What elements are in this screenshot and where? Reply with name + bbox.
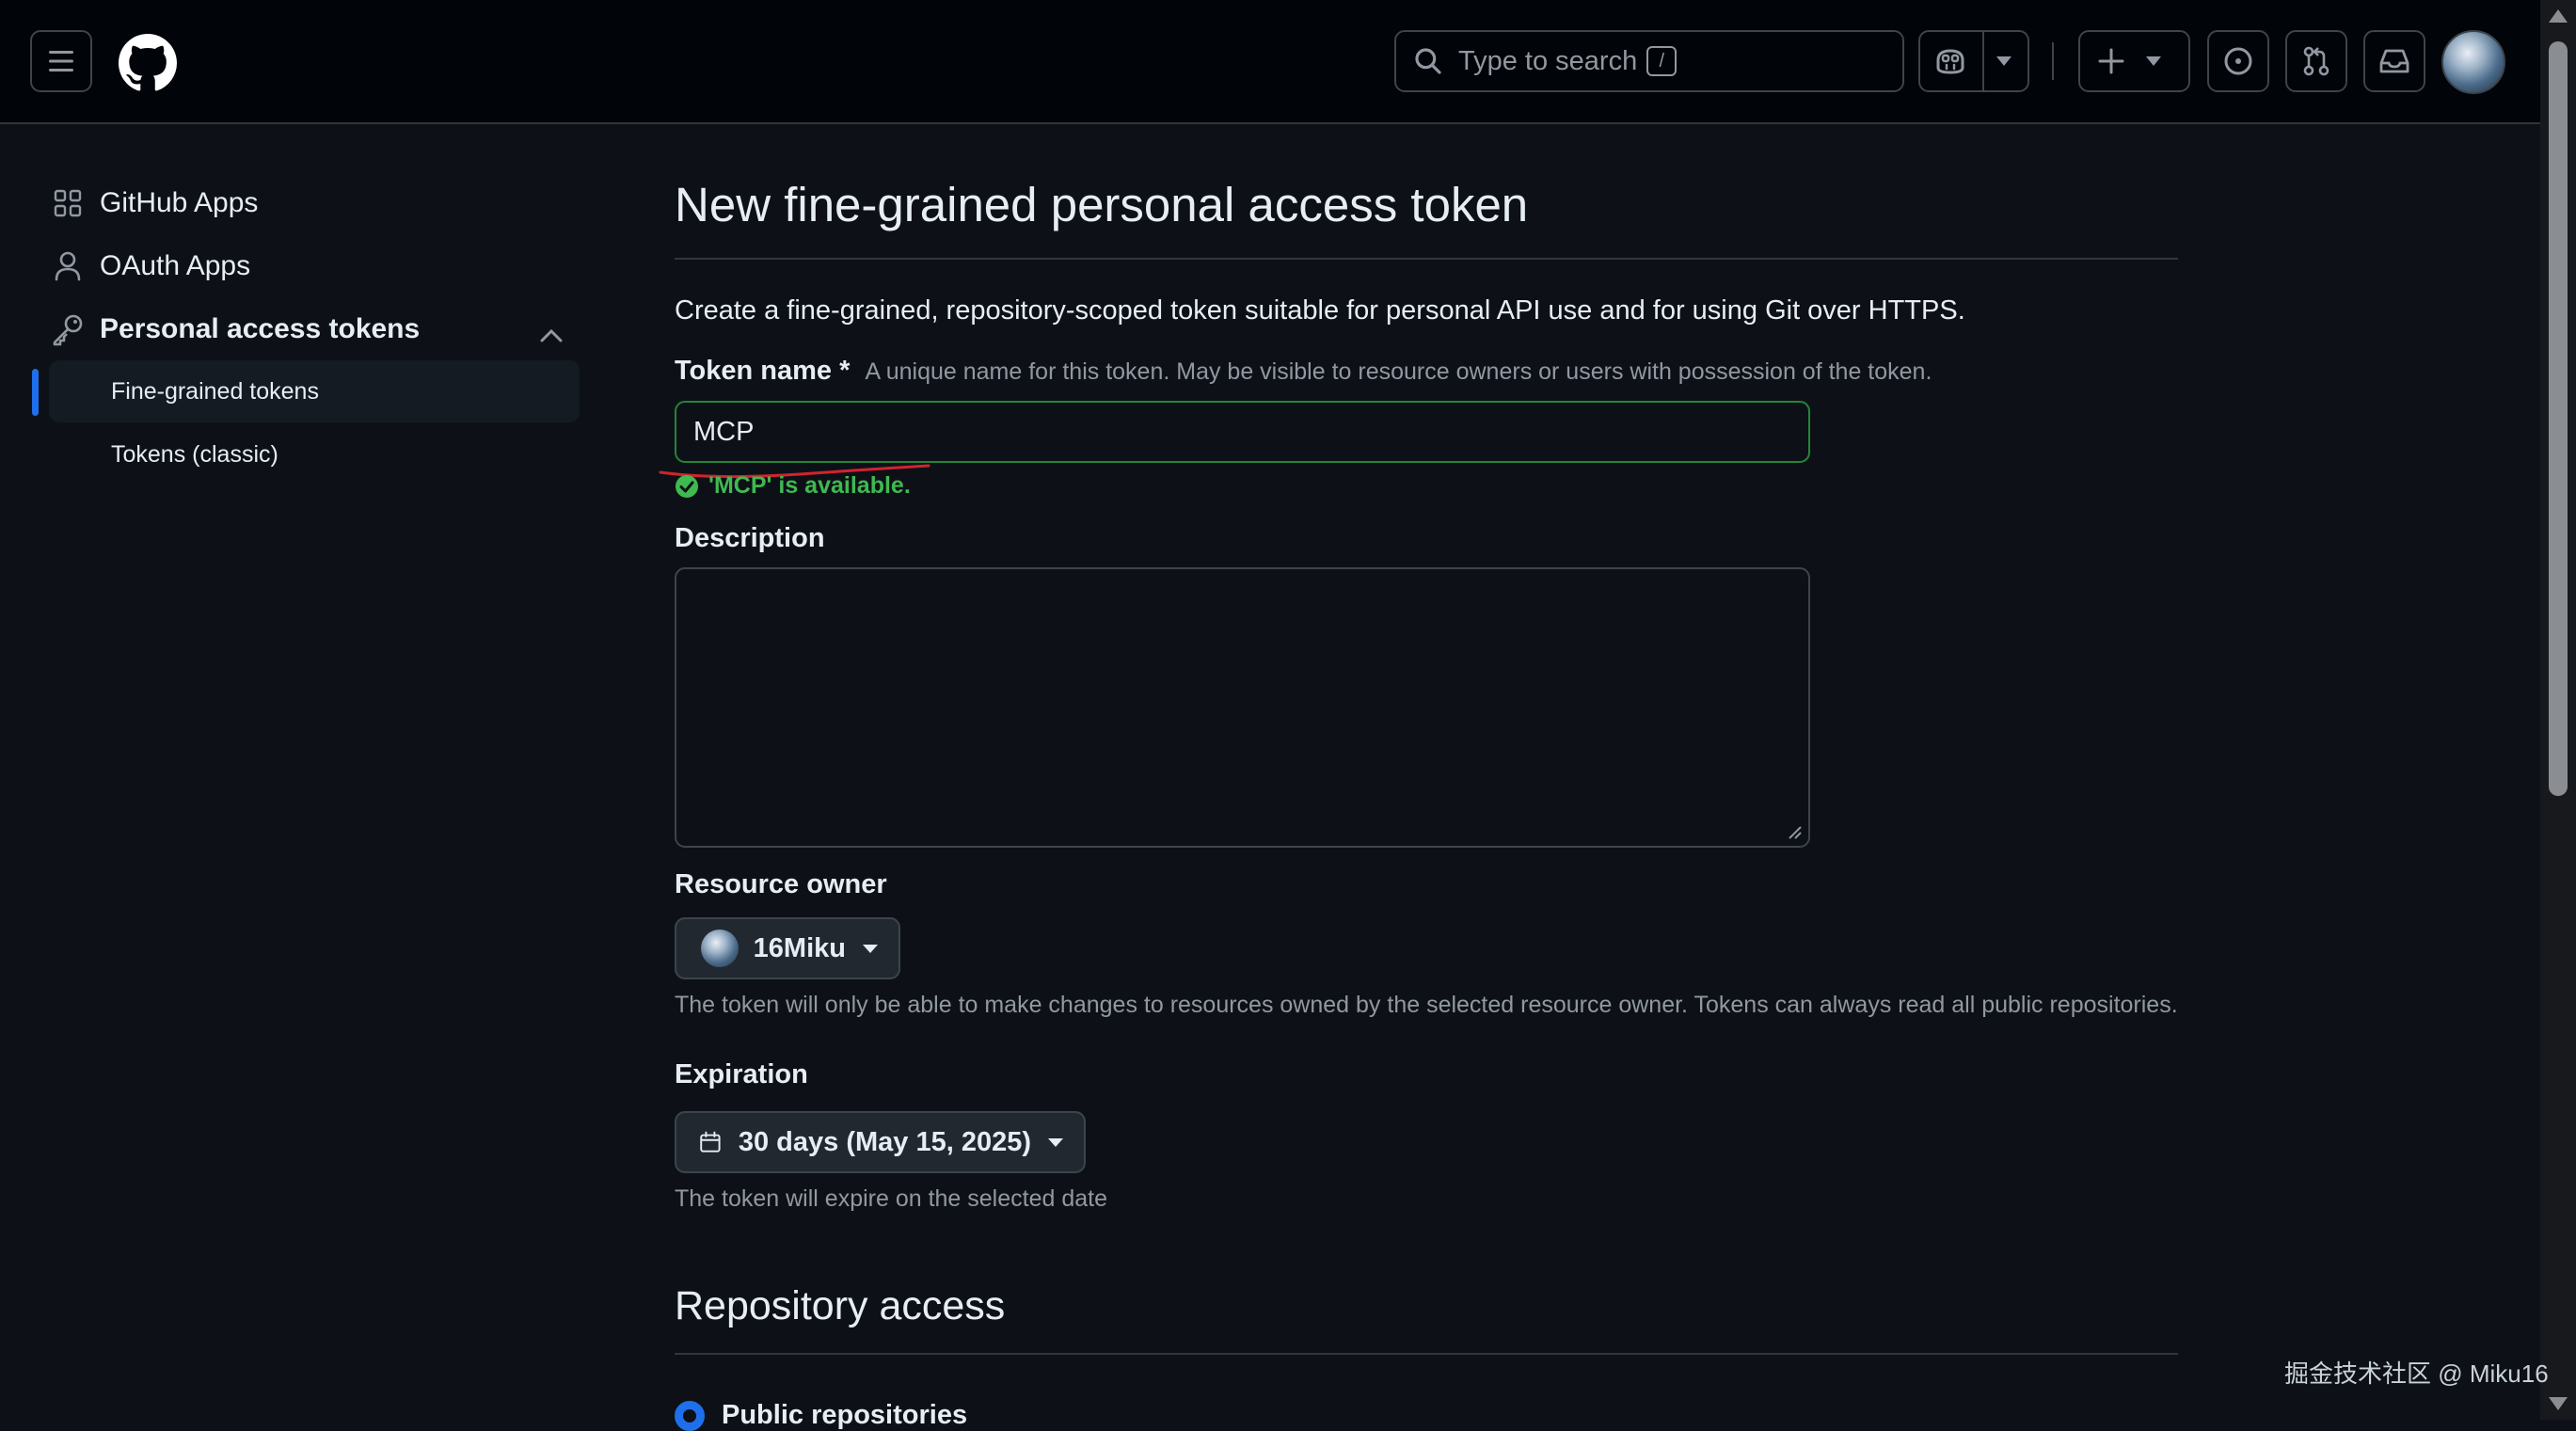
- description-label: Description: [675, 523, 825, 553]
- search-placeholder: Type to search: [1458, 45, 1638, 76]
- page-title: New fine-grained personal access token: [675, 178, 1529, 231]
- chevron-down-icon: [1048, 1137, 1063, 1147]
- watermark: 掘金技术社区 @ Miku16: [2284, 1359, 2549, 1388]
- sidebar-subitem-label: Fine-grained tokens: [111, 377, 319, 405]
- plus-icon: [2098, 48, 2124, 74]
- chevron-down-icon: [2146, 56, 2161, 66]
- sidebar-subitem-label: Tokens (classic): [111, 440, 278, 468]
- pull-requests-button[interactable]: [2285, 30, 2347, 92]
- expiration-select[interactable]: 30 days (May 15, 2025): [675, 1111, 1086, 1173]
- token-name-validation: 'MCP' is available.: [675, 472, 911, 500]
- search-input[interactable]: Type to search /: [1394, 30, 1904, 92]
- copilot-button[interactable]: [1918, 30, 2029, 92]
- issues-button[interactable]: [2207, 30, 2269, 92]
- repository-access-heading: Repository access: [675, 1283, 1006, 1328]
- user-avatar[interactable]: [2441, 30, 2505, 94]
- resize-handle-icon[interactable]: [1786, 823, 1803, 840]
- github-logo[interactable]: [119, 34, 177, 92]
- required-mark: *: [839, 356, 851, 386]
- scroll-up-arrow[interactable]: [2549, 9, 2568, 23]
- menu-button[interactable]: [30, 30, 92, 92]
- token-name-input[interactable]: MCP: [675, 401, 1810, 463]
- resource-owner-label: Resource owner: [675, 869, 887, 899]
- page-intro-text: Create a fine-grained, repository-scoped…: [675, 295, 1965, 326]
- token-name-hint: A unique name for this token. May be vis…: [865, 358, 1932, 385]
- sidebar-item-label: GitHub Apps: [100, 187, 259, 218]
- top-header: Type to search /: [0, 0, 2540, 124]
- sidebar-item-personal-access-tokens[interactable]: Personal access tokens: [49, 298, 580, 360]
- git-pull-request-icon: [2303, 46, 2330, 76]
- chevron-down-icon: [1996, 56, 2012, 66]
- apps-grid-icon: [49, 184, 87, 222]
- check-circle-icon: [676, 474, 698, 498]
- token-name-value: MCP: [693, 416, 755, 447]
- search-icon: [1415, 48, 1441, 74]
- expiration-label: Expiration: [675, 1059, 808, 1089]
- expiration-value: 30 days (May 15, 2025): [738, 1126, 1031, 1157]
- calendar-icon: [700, 1131, 721, 1153]
- sidebar-item-label: OAuth Apps: [100, 250, 251, 281]
- copilot-dropdown-button[interactable]: [1981, 56, 2027, 66]
- sidebar-item-label: Personal access tokens: [100, 313, 421, 344]
- scroll-thumb[interactable]: [2549, 41, 2568, 796]
- chevron-down-icon: [863, 944, 878, 953]
- owner-avatar: [701, 930, 739, 967]
- inbox-button[interactable]: [2363, 30, 2425, 92]
- resource-owner-note: The token will only be able to make chan…: [675, 992, 2178, 1018]
- sidebar-item-github-apps[interactable]: GitHub Apps: [49, 172, 580, 234]
- active-nav-indicator: [32, 369, 39, 416]
- key-icon: [49, 310, 87, 348]
- resource-owner-value: 16Miku: [753, 932, 846, 963]
- create-new-button[interactable]: [2078, 30, 2190, 92]
- issue-opened-icon: [2224, 47, 2252, 75]
- radio-selected-icon[interactable]: [675, 1400, 705, 1431]
- search-shortcut-key: /: [1646, 46, 1678, 76]
- sidebar-item-fine-grained-tokens[interactable]: Fine-grained tokens: [49, 360, 580, 422]
- copilot-icon: [1936, 49, 1964, 74]
- repository-access-divider: [675, 1353, 2178, 1355]
- validation-message: 'MCP' is available.: [708, 472, 911, 499]
- scroll-down-arrow[interactable]: [2549, 1397, 2568, 1410]
- sidebar-item-tokens-classic[interactable]: Tokens (classic): [49, 423, 580, 485]
- expiration-note: The token will expire on the selected da…: [675, 1185, 1107, 1212]
- title-divider: [675, 258, 2178, 260]
- chevron-up-icon[interactable]: [540, 319, 563, 351]
- page-scrollbar[interactable]: [2540, 0, 2576, 1420]
- resource-owner-select[interactable]: 16Miku: [675, 917, 900, 979]
- person-icon: [49, 247, 87, 285]
- token-name-label: Token name * A unique name for this toke…: [675, 356, 1932, 386]
- hamburger-icon: [49, 51, 73, 72]
- sidebar-item-oauth-apps[interactable]: OAuth Apps: [49, 235, 580, 297]
- public-repositories-option[interactable]: Public repositories: [675, 1400, 967, 1431]
- radio-label: Public repositories: [722, 1400, 968, 1430]
- inbox-icon: [2379, 49, 2409, 73]
- description-textarea[interactable]: [675, 567, 1810, 848]
